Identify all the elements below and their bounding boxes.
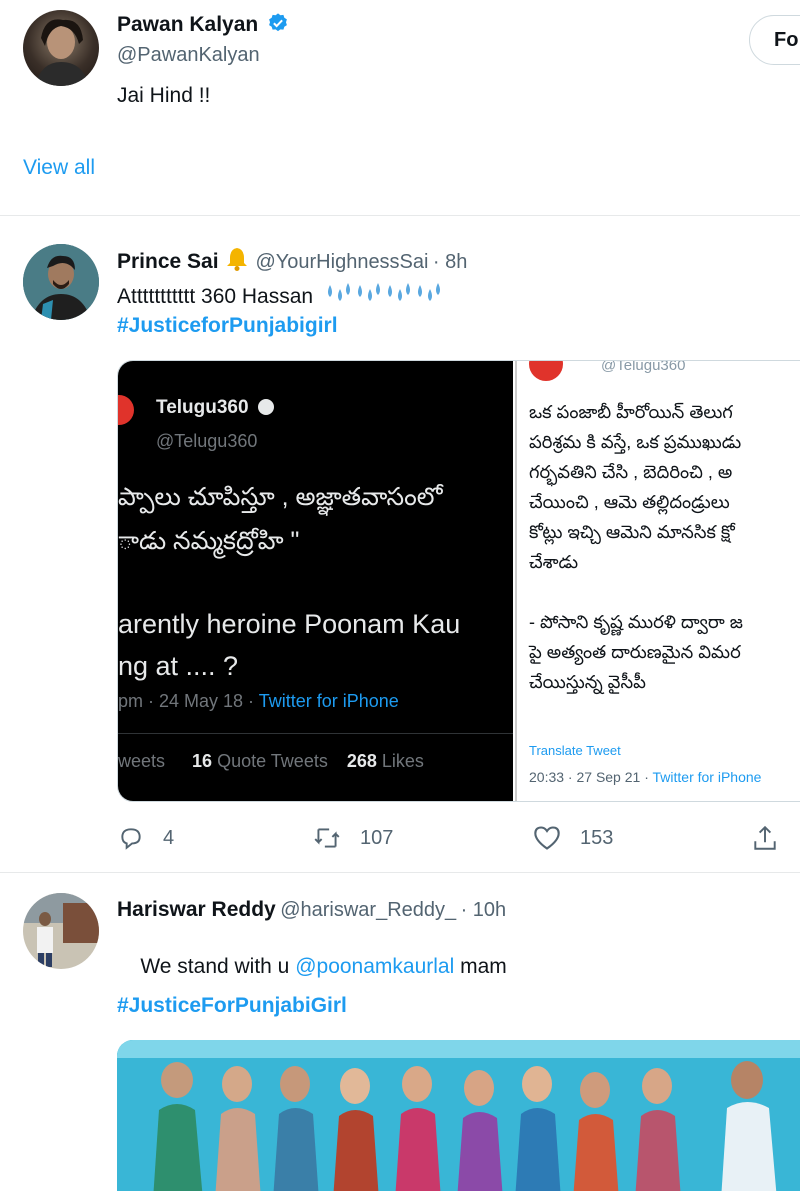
photo-image: [117, 1040, 800, 1191]
divider: [0, 215, 800, 216]
verified-badge-icon: [268, 13, 287, 32]
avatar[interactable]: [23, 244, 99, 320]
avatar-image: [23, 893, 99, 969]
author-name[interactable]: Prince Sai: [117, 250, 219, 273]
embed-retweets-label: weets: [118, 751, 166, 771]
author-name[interactable]: Hariswar Reddy: [117, 898, 276, 921]
telugu360-logo-icon: [118, 395, 134, 425]
retweet-icon[interactable]: [312, 825, 342, 851]
tweet-photo[interactable]: [117, 1040, 800, 1191]
embed-account-handle: @Telugu360: [601, 360, 686, 374]
tweet-text: We stand with u: [140, 955, 296, 978]
embed-text-line: - పోసాని కృష్ణ మురళి ద్వారా జ: [529, 612, 743, 632]
embed-english-line-2: ng at .... ?: [118, 651, 239, 681]
tweet-text: mam: [454, 955, 507, 978]
embed-text-line: చేయిస్తున్న వైసీపీ: [529, 672, 646, 692]
avatar-image: [35, 19, 89, 86]
telugu360-logo-icon: [529, 361, 563, 381]
embed-text-line: పరిశ్రమ కి వస్తే, ఒక ప్రముఖుడు: [529, 432, 742, 452]
embed-meta: pm · 24 May 18 ·: [118, 691, 259, 711]
embed-text-line: చేయించి , ఆమె తల్లిదండ్రులు: [529, 492, 730, 512]
view-all-link[interactable]: View all: [23, 156, 95, 180]
bell-emoji-icon: [227, 248, 248, 271]
embed-likes-label: Likes: [381, 751, 424, 771]
verified-badge-icon: [257, 399, 274, 415]
embed-telugu-line-1: ప్పాలు చూపిస్తూ , అజ్ఞాతవాసంలో: [118, 483, 443, 511]
embed-meta-source: Twitter for iPhone: [258, 691, 399, 711]
embed-text-line: [529, 577, 743, 607]
avatar[interactable]: [23, 893, 99, 969]
embed-divider: [118, 733, 513, 734]
embed-meta-source: Twitter for iPhone: [652, 769, 762, 785]
follow-button[interactable]: Fo: [749, 15, 800, 65]
embed-text-line: పై అత్యంత దారుణమైన విమర: [529, 642, 741, 662]
embed-text-line: గర్భవతిని చేసి , బెదిరించి , అ: [529, 462, 733, 482]
avatar[interactable]: [23, 10, 99, 86]
embed-quote-count: 16: [192, 751, 213, 771]
embed-text-line: చేశాడు: [529, 552, 579, 572]
hashtag-link[interactable]: #JusticeForPunjabiGirl: [117, 994, 347, 1018]
embedded-screenshot-light: @Telugu360 ఒక పంజాబీ హీరోయిన్ తెలుగ పరిశ…: [515, 360, 800, 801]
embed-text-line: కోట్లు ఇచ్చి ఆమెని మానసిక క్షో: [529, 522, 735, 542]
embed-telugu-line-2: ాడు నమ్మకద్రోహి ": [118, 527, 300, 555]
divider: [0, 872, 800, 873]
tweet-text: Attttttttttt 360 Hassan: [117, 285, 314, 308]
embed-quote-label: Quote Tweets: [217, 751, 328, 771]
embed-likes-count: 268: [346, 751, 377, 771]
embed-text-line: ఒక పంజాబీ హీరోయిన్ తెలుగ: [529, 402, 733, 422]
reply-icon[interactable]: [118, 825, 144, 851]
author-handle[interactable]: @YourHighnessSai: [255, 251, 428, 273]
embed-telugu-text: ఒక పంజాబీ హీరోయిన్ తెలుగ పరిశ్రమ కి వస్త…: [529, 397, 743, 697]
retweet-count[interactable]: 107: [360, 827, 393, 850]
embed-english-line-1: arently heroine Poonam Kau: [118, 609, 461, 639]
avatar-image: [23, 244, 99, 320]
share-icon[interactable]: [752, 824, 778, 852]
author-handle[interactable]: @PawanKalyan: [117, 44, 260, 67]
embed-account-handle: @Telugu360: [156, 431, 258, 451]
hashtag-link[interactable]: #JusticeforPunjabigirl: [117, 314, 338, 338]
sweat-emoji-icon: [324, 281, 444, 312]
embed-meta: 20:33 · 27 Sep 21 ·: [529, 769, 653, 785]
like-icon[interactable]: [533, 825, 561, 851]
tweet-time[interactable]: · 8h: [433, 251, 467, 273]
embed-account-name: Telugu360: [156, 397, 249, 418]
tweet-time[interactable]: · 10h: [461, 899, 507, 921]
embedded-screenshot-dark: Telugu360 @Telugu360 ప్పాలు చూపిస్తూ , అ…: [118, 361, 513, 801]
reply-count[interactable]: 4: [163, 827, 174, 850]
author-handle[interactable]: @hariswar_Reddy_: [280, 899, 456, 921]
author-name[interactable]: Pawan Kalyan: [117, 13, 258, 36]
like-count[interactable]: 153: [580, 827, 613, 850]
embed-translate-link: Translate Tweet: [529, 743, 621, 758]
tweet-text: Jai Hind !!: [117, 84, 211, 107]
tweet-media[interactable]: Telugu360 @Telugu360 ప్పాలు చూపిస్తూ , అ…: [117, 360, 800, 802]
mention-link[interactable]: @poonamkaurlal: [295, 955, 454, 978]
